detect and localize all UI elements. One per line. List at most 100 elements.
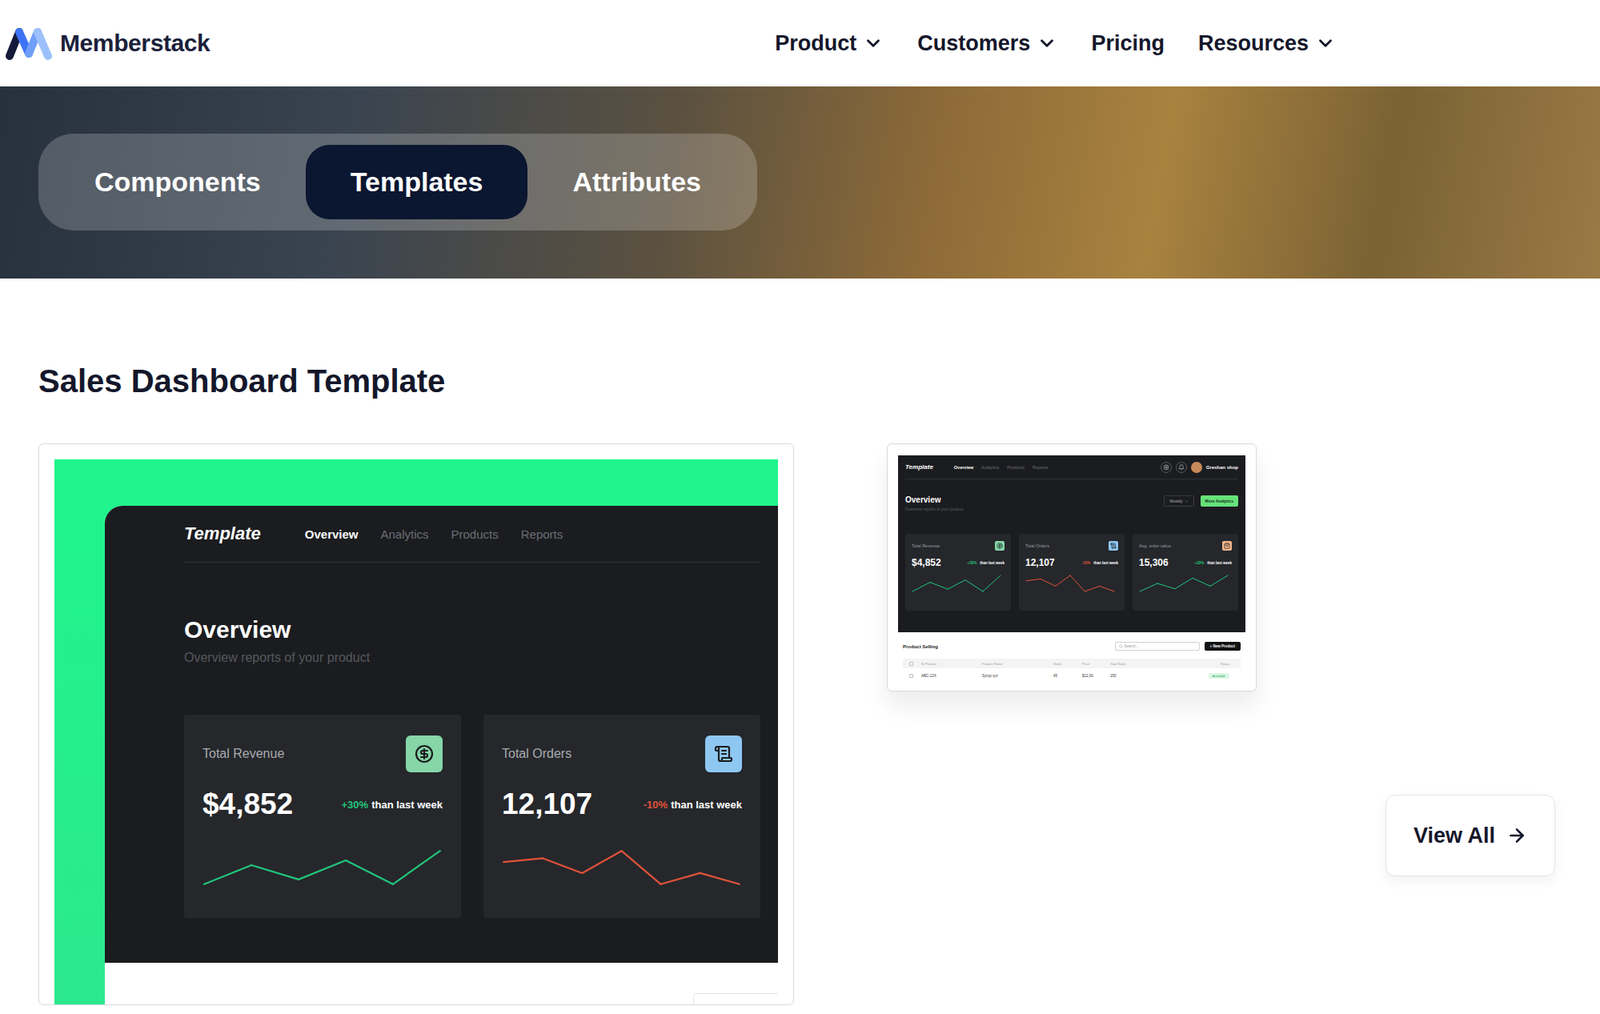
stat-value-row: 12,107-10%than last week — [1025, 557, 1119, 569]
chart-line-segment — [700, 873, 740, 885]
stat-label: Total Revenue — [911, 543, 940, 549]
notification-button[interactable] — [1175, 461, 1187, 474]
chart-line-segment — [1026, 578, 1041, 581]
chart-line-segment — [1084, 585, 1099, 592]
gear-icon — [1162, 464, 1170, 471]
row-checkbox[interactable] — [909, 673, 914, 678]
chart-line-segment — [1210, 575, 1228, 586]
stat-value: 12,107 — [1025, 557, 1055, 569]
stat-card-head: Total Revenue — [911, 541, 1005, 551]
stat-value: 12,107 — [501, 787, 593, 822]
receipt-icon — [713, 744, 734, 764]
template-row: Template Overview Analytics Products Reports… — [38, 443, 1556, 1006]
thumbnail-nav-link[interactable]: Analytics — [981, 465, 999, 470]
template-preview-card[interactable]: Template Overview Analytics Products Reports… — [38, 443, 794, 1006]
new-product-button[interactable]: + New Product — [1204, 641, 1241, 651]
chart-line-segment — [1055, 575, 1071, 586]
dashboard-nav-link[interactable]: Analytics — [380, 527, 430, 542]
logo-icon — [4, 24, 54, 62]
dashboard-nav-link[interactable]: Reports — [521, 527, 564, 542]
more-analytics-button[interactable]: More Analytics — [1200, 495, 1239, 507]
stat-change: +30%than last week — [341, 798, 444, 811]
column-header: ID Product — [921, 661, 983, 666]
table-search[interactable]: Search... — [1114, 641, 1200, 651]
logo-text[interactable]: Memberstack — [60, 29, 210, 57]
nav-item[interactable]: Resources — [1198, 31, 1336, 57]
stat-label: Total Orders — [501, 746, 572, 762]
stat-value: 15,306 — [1138, 557, 1169, 569]
dashboard-nav-link[interactable]: Products — [451, 527, 499, 542]
chart-line-segment — [930, 582, 948, 590]
column-header: Status — [1220, 661, 1230, 666]
nav-item[interactable]: Product — [774, 31, 884, 57]
product-table: ID ProductProduct NameStockPriceTotal Sa… — [902, 658, 1241, 683]
tab[interactable]: Templates — [305, 144, 529, 220]
stat-change: -10%than last week — [643, 798, 742, 811]
main-nav: Product Customers Pricing Resources — [774, 31, 1336, 57]
nav-item[interactable]: Pricing — [1090, 31, 1165, 57]
dashboard-nav-link[interactable]: Overview — [304, 527, 359, 542]
thumbnail-nav-link[interactable]: Reports — [1032, 465, 1048, 470]
stat-change-percent: -10% — [1082, 561, 1091, 566]
column-header: Product Name — [982, 661, 1054, 666]
status-cell: Available — [1200, 673, 1241, 679]
nav-item[interactable]: Customers — [917, 31, 1058, 57]
dollar-icon — [414, 744, 434, 764]
thumbnail-stats: Total Revenue $4,852 +30%than last weekTot… — [905, 533, 1239, 611]
chevron-down-icon — [1036, 32, 1058, 54]
stat-value: $4,852 — [911, 557, 942, 569]
stat-icon-box — [1222, 541, 1232, 551]
table-toolbar: Product Selling Search... + New Product — [902, 641, 1241, 651]
filter-button[interactable]: Weekly — [1163, 495, 1194, 507]
stat-value-row: 15,306 +20%than last week — [1138, 557, 1232, 569]
stat-card-head: Avg. order value — [1138, 541, 1232, 551]
stat-card: Total Orders 12,107 -10%than last week — [483, 714, 761, 919]
stat-value-row: 12,107 -10%than last week — [501, 786, 742, 823]
tab[interactable]: Components — [49, 144, 306, 220]
chart-line-segment — [947, 580, 966, 590]
hero-banner: ComponentsTemplatesAttributes — [0, 86, 1600, 279]
chart-line-segment — [204, 865, 252, 885]
logo[interactable]: Memberstack — [4, 24, 210, 62]
stat-icon-box — [994, 541, 1005, 551]
thumbnail-title: Overview — [905, 495, 964, 506]
line-chart — [1025, 574, 1115, 593]
view-all-button[interactable]: View All — [1385, 794, 1556, 877]
stat-change-percent: -10% — [643, 798, 668, 811]
table-title: Product Selling — [902, 644, 939, 650]
dashboard-brand: Template — [184, 523, 261, 545]
column-header: Stock — [1053, 661, 1083, 666]
chart-line-segment — [982, 575, 1001, 592]
chart-line-segment — [621, 850, 662, 885]
product-table-section: Product Selling Search... + New Product ID … — [898, 632, 1246, 691]
avatar[interactable] — [1190, 461, 1203, 474]
search-field[interactable] — [693, 993, 778, 1005]
stat-change: +20%than last week — [1194, 561, 1232, 566]
dashboard-dark-area: Template Overview Analytics Products Reports… — [104, 505, 778, 963]
tab[interactable]: Attributes — [527, 144, 746, 220]
search-placeholder: Search... — [1124, 644, 1139, 649]
stat-chart — [1138, 574, 1232, 593]
thumbnail-stat-card: Total Revenue $4,852 +30%than last week — [905, 533, 1011, 611]
table-header-row: ID ProductProduct NameStockPriceTotal Sa… — [902, 658, 1241, 669]
table-cell: ABC-12X — [921, 673, 983, 678]
stat-value-row: $4,852 +30%than last week — [911, 557, 1005, 569]
stat-chart — [911, 574, 1005, 593]
dashboard-title: Overview — [184, 616, 761, 644]
line-chart — [501, 849, 742, 887]
select-all-checkbox[interactable] — [909, 661, 914, 666]
dashboard-screenshot: Template Overview Analytics Products Reports… — [104, 505, 778, 1005]
settings-button[interactable] — [1160, 461, 1172, 474]
template-thumbnail-card[interactable]: Template Overview Analytics Products Reports… — [886, 443, 1257, 692]
thumbnail-nav-link[interactable]: Overview — [954, 465, 974, 470]
content: Sales Dashboard TemplateTemplateOverview… — [0, 278, 1600, 1006]
table-row[interactable]: ABC-12XSyrup xyz45$12,00150Available — [902, 668, 1241, 683]
thumbnail-nav-link[interactable]: Products — [1006, 465, 1025, 470]
stats-row: Total Revenue$4,852+30%than last weekTot… — [184, 714, 761, 919]
stat-change: +30%than last week — [967, 561, 1005, 566]
thumbnail-stat-card: Total Orders12,107-10%than last week — [1018, 533, 1125, 611]
stat-value-row: $4,852+30%than last week — [202, 786, 443, 823]
thumbnail-brand: Template — [905, 463, 934, 471]
table-cell: $12,00 — [1082, 673, 1111, 678]
chart-line-segment — [581, 850, 622, 874]
